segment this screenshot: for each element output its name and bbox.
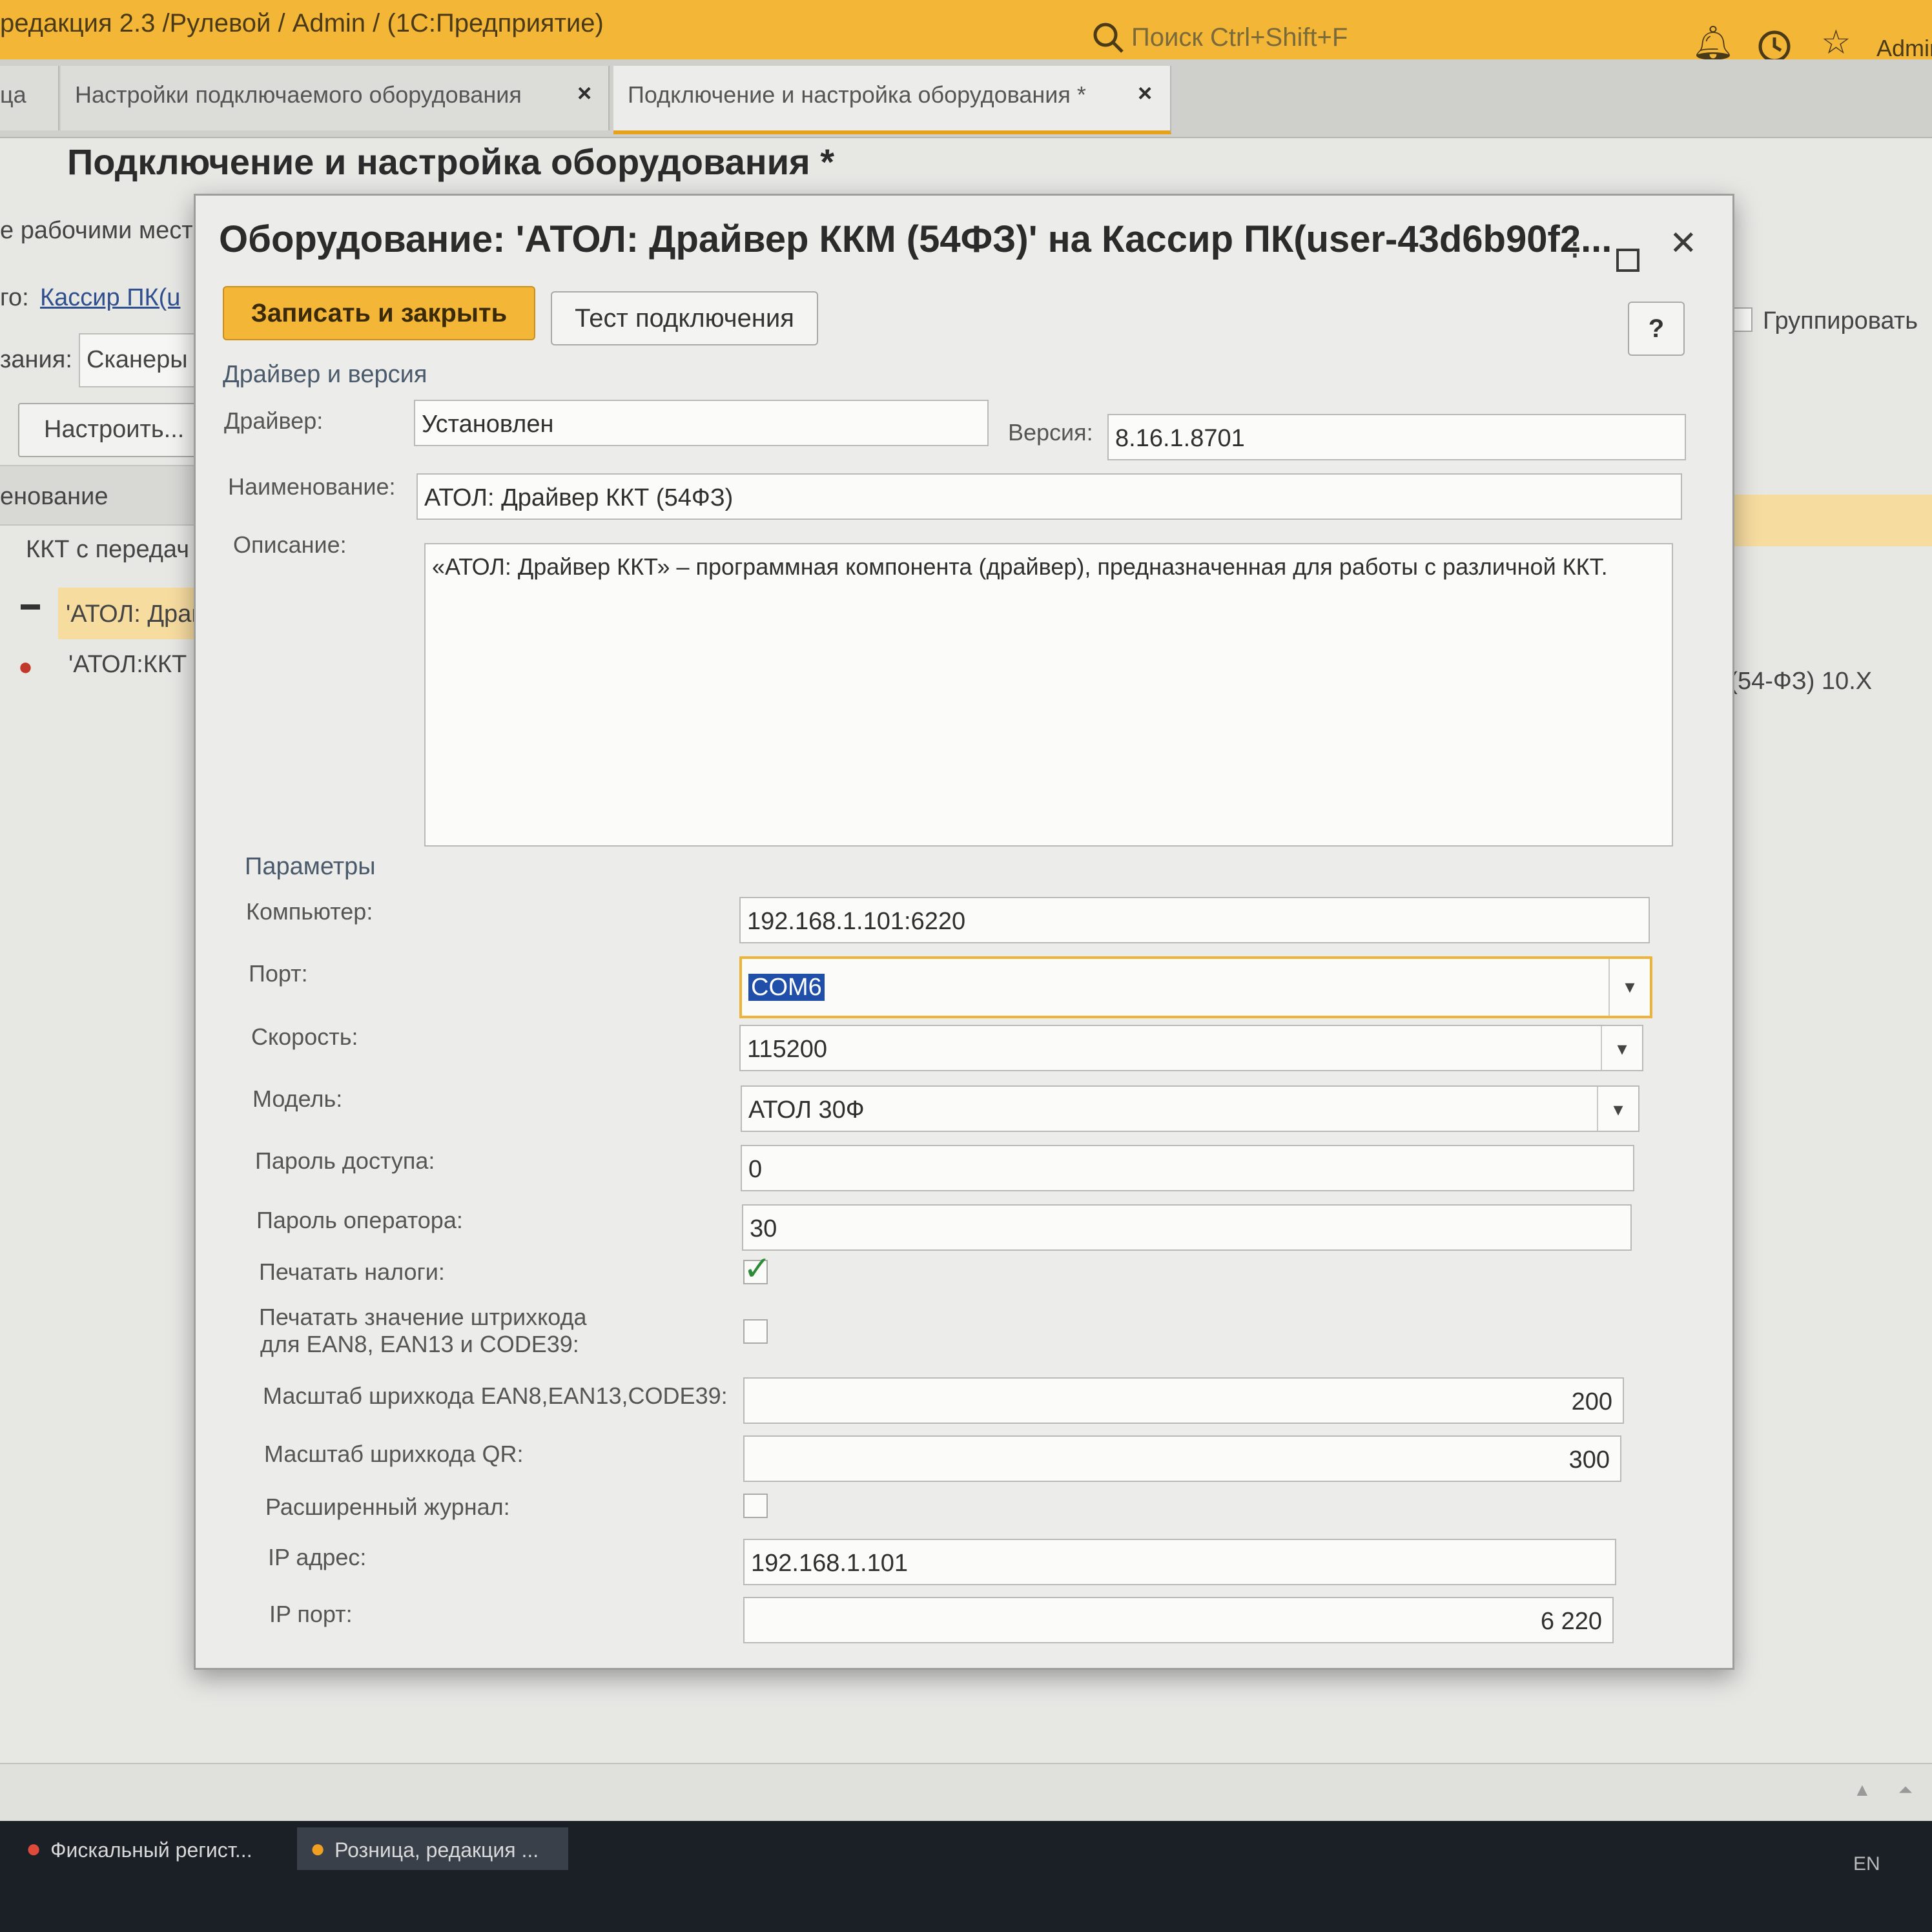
operator-password-label: Пароль оператора:	[256, 1207, 463, 1233]
name-label: Наименование:	[228, 473, 396, 500]
computer-label: Компьютер:	[246, 898, 373, 925]
workplace-link[interactable]: Кассир ПК(u	[40, 284, 180, 312]
tab-previous[interactable]: ца	[0, 66, 59, 130]
close-icon[interactable]: ✕	[1669, 224, 1698, 263]
dialog-title: Оборудование: 'АТОЛ: Драйвер ККМ (54ФЗ)'…	[219, 218, 1612, 260]
driver-label: Драйвер:	[224, 407, 324, 434]
app-icon: ●	[310, 1834, 326, 1863]
scroll-up-icon[interactable]: ▲	[1853, 1780, 1871, 1800]
print-barcode-checkbox[interactable]	[743, 1319, 768, 1344]
taskbar-item-retail[interactable]: ● Розница, редакция ...	[297, 1827, 568, 1870]
close-icon[interactable]: ×	[1138, 80, 1152, 108]
help-button[interactable]: ?	[1628, 302, 1685, 356]
speed-label: Скорость:	[251, 1023, 358, 1050]
speed-select[interactable]: 115200 ▾	[739, 1025, 1643, 1071]
app-title-bar: редакция 2.3 /Рулевой / Admin / (1С:Пред…	[0, 0, 1932, 63]
operator-password-field[interactable]: 30	[742, 1204, 1632, 1251]
close-icon[interactable]: ×	[577, 80, 591, 108]
section-parameters: Параметры	[245, 853, 376, 880]
chevron-down-icon[interactable]: ▾	[1601, 1026, 1642, 1070]
list-item-selected[interactable]: 'АТОЛ: Драй	[58, 588, 207, 639]
list-item[interactable]: ККТ с передач	[26, 536, 189, 564]
os-taskbar: ● Фискальный регист... ● Розница, редакция…	[0, 1821, 1932, 1932]
ip-port-field[interactable]: 6 220	[743, 1597, 1614, 1643]
barcode-scale-label: Масштаб шрихкода EAN8,EAN13,CODE39:	[263, 1382, 728, 1409]
port-label: Порт:	[249, 960, 308, 987]
scroll-top-icon[interactable]: ⏶	[1898, 1780, 1913, 1801]
status-bar: ▲ ⏶	[0, 1763, 1932, 1822]
workplaces-label: е рабочими мест	[0, 217, 193, 244]
ip-address-label: IP адрес:	[268, 1544, 367, 1570]
print-taxes-checkbox[interactable]: ✓	[743, 1250, 772, 1288]
error-icon: ●	[18, 653, 33, 681]
window-title: редакция 2.3 /Рулевой / Admin / (1С:Пред…	[0, 9, 604, 37]
user-name[interactable]: Admin	[1876, 35, 1932, 62]
page-title: Подключение и настройка оборудования *	[67, 141, 835, 182]
print-barcode-label-2: для EAN8, EAN13 и CODE39:	[260, 1331, 579, 1357]
description-field[interactable]: «АТОЛ: Драйвер ККТ» – программная компон…	[424, 543, 1673, 847]
model-select[interactable]: АТОЛ 30Ф ▾	[741, 1085, 1639, 1132]
section-driver-version: Драйвер и версия	[223, 361, 427, 388]
save-close-button[interactable]: Записать и закрыть	[223, 286, 535, 340]
description-label: Описание:	[233, 531, 347, 558]
port-select[interactable]: COM6 ▾	[739, 956, 1652, 1018]
column-header-name: енование	[0, 483, 108, 510]
computer-field[interactable]: 192.168.1.101:6220	[739, 897, 1650, 943]
access-password-label: Пароль доступа:	[255, 1147, 435, 1174]
ip-address-field[interactable]: 192.168.1.101	[743, 1539, 1616, 1585]
search-input[interactable]: Поиск Ctrl+Shift+F	[1131, 23, 1348, 52]
barcode-scale-field[interactable]: 200	[743, 1377, 1624, 1424]
background-right-panel: Группировать Д (54-ФЗ) 10.X	[1705, 278, 1932, 1763]
tabs-bar: ца Настройки подключаемого оборудования …	[0, 59, 1932, 138]
table-header: енование	[0, 465, 207, 526]
test-connection-button[interactable]: Тест подключения	[551, 291, 818, 345]
equipment-type-field[interactable]: Сканеры	[79, 333, 211, 387]
extended-log-label: Расширенный журнал:	[265, 1494, 510, 1520]
chevron-down-icon[interactable]: ▾	[1597, 1087, 1638, 1131]
version-field[interactable]: 8.16.1.8701	[1107, 414, 1686, 460]
extended-log-checkbox[interactable]	[743, 1494, 768, 1518]
version-label: Версия:	[1008, 419, 1093, 446]
ip-port-label: IP порт:	[269, 1601, 353, 1627]
driver-field[interactable]: Установлен	[414, 400, 989, 446]
workplace-label: го:	[0, 284, 29, 311]
taskbar-item-fiscal[interactable]: ● Фискальный регист...	[26, 1827, 284, 1870]
search-icon	[1093, 23, 1124, 53]
print-taxes-label: Печатать налоги:	[259, 1259, 445, 1285]
configure-button[interactable]: Настроить...	[18, 403, 211, 457]
equipment-type-label: зания:	[0, 346, 72, 373]
star-icon[interactable]: ☆	[1821, 23, 1851, 62]
equipment-dialog: Оборудование: 'АТОЛ: Драйвер ККМ (54ФЗ)'…	[194, 194, 1734, 1670]
bell-icon[interactable]: 🔔︎	[1692, 23, 1734, 63]
access-password-field[interactable]: 0	[741, 1145, 1634, 1191]
minus-icon	[21, 604, 40, 610]
group-label: Группировать	[1763, 307, 1918, 334]
language-indicator[interactable]: EN	[1853, 1853, 1880, 1875]
qr-scale-label: Масштаб шрихкода QR:	[264, 1441, 524, 1467]
background-left-panel: е рабочими мест го: Кассир ПК(u зания: С…	[0, 194, 211, 1756]
chevron-down-icon[interactable]: ▾	[1608, 959, 1650, 1016]
more-icon[interactable]: ⋮	[1558, 224, 1592, 263]
name-field[interactable]: АТОЛ: Драйвер ККТ (54ФЗ)	[416, 473, 1682, 520]
list-item-selected[interactable]	[1705, 495, 1932, 546]
list-item[interactable]: 'АТОЛ:ККТ с	[68, 651, 206, 679]
print-barcode-label: Печатать значение штрихкода	[259, 1304, 587, 1330]
maximize-icon[interactable]	[1616, 249, 1639, 272]
tab-equipment-connection[interactable]: Подключение и настройка оборудования * ×	[613, 66, 1171, 134]
model-label: Модель:	[252, 1085, 343, 1112]
app-icon: ●	[26, 1834, 42, 1863]
global-search[interactable]: Поиск Ctrl+Shift+F	[1091, 19, 1556, 56]
check-icon: ✓	[743, 1250, 772, 1288]
tab-equipment-settings[interactable]: Настройки подключаемого оборудования ×	[61, 66, 610, 130]
qr-scale-field[interactable]: 300	[743, 1435, 1621, 1482]
